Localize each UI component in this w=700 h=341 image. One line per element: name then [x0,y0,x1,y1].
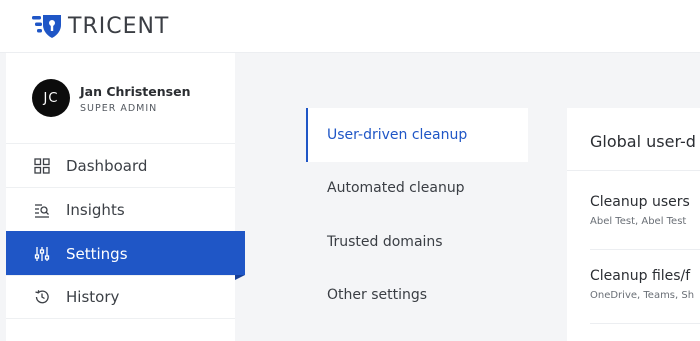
avatar[interactable]: JC [32,79,70,117]
sidebar-item-history[interactable]: History [6,275,235,319]
dashboard-grid-icon [33,157,51,175]
sidebar-item-label: History [66,288,120,306]
user-profile[interactable]: JC Jan Christensen SUPER ADMIN [6,71,235,125]
cleanup-files-setting[interactable]: Cleanup files/f OneDrive, Teams, Sh [590,268,700,301]
divider [590,323,700,324]
settings-panel: Global user-d Cleanup users Abel Test, A… [567,108,700,341]
cleanup-users-setting[interactable]: Cleanup users Abel Test, Abel Test [590,194,700,227]
setting-title: Cleanup files/f [590,268,691,284]
settings-sliders-icon [33,245,51,263]
sidebar-item-settings[interactable]: Settings [6,231,245,280]
insights-search-icon [33,201,51,219]
divider [590,249,700,250]
history-clock-icon [33,288,51,306]
sidebar-item-label: Insights [66,200,125,219]
shield-logo-icon [32,15,61,38]
settings-subnav: User-driven cleanup Automated cleanup Tr… [306,108,528,322]
sidebar-item-label: Settings [66,244,128,263]
user-name: Jan Christensen [80,84,191,99]
setting-subtitle: OneDrive, Teams, Sh [590,290,695,301]
sidebar-item-dashboard[interactable]: Dashboard [6,143,235,187]
tab-automated-cleanup[interactable]: Automated cleanup [306,162,528,216]
tab-trusted-domains[interactable]: Trusted domains [306,215,528,269]
sidebar-nav: Dashboard Insights Settings History [6,143,245,319]
sidebar-item-insights[interactable]: Insights [6,187,235,231]
tab-other-settings[interactable]: Other settings [306,269,528,323]
setting-title: Cleanup users [590,194,690,210]
user-role: SUPER ADMIN [80,103,158,114]
sidebar-item-label: Dashboard [66,156,148,175]
panel-title: Global user-d [590,132,696,151]
tricent-logo[interactable]: TRICENT [32,13,169,39]
divider [567,170,700,171]
sidebar: JC Jan Christensen SUPER ADMIN Dashboard [6,53,245,341]
brand-name: TRICENT [68,13,170,39]
setting-subtitle: Abel Test, Abel Test [590,216,687,227]
tab-user-driven-cleanup[interactable]: User-driven cleanup [306,108,528,162]
top-bar: TRICENT [0,0,700,53]
